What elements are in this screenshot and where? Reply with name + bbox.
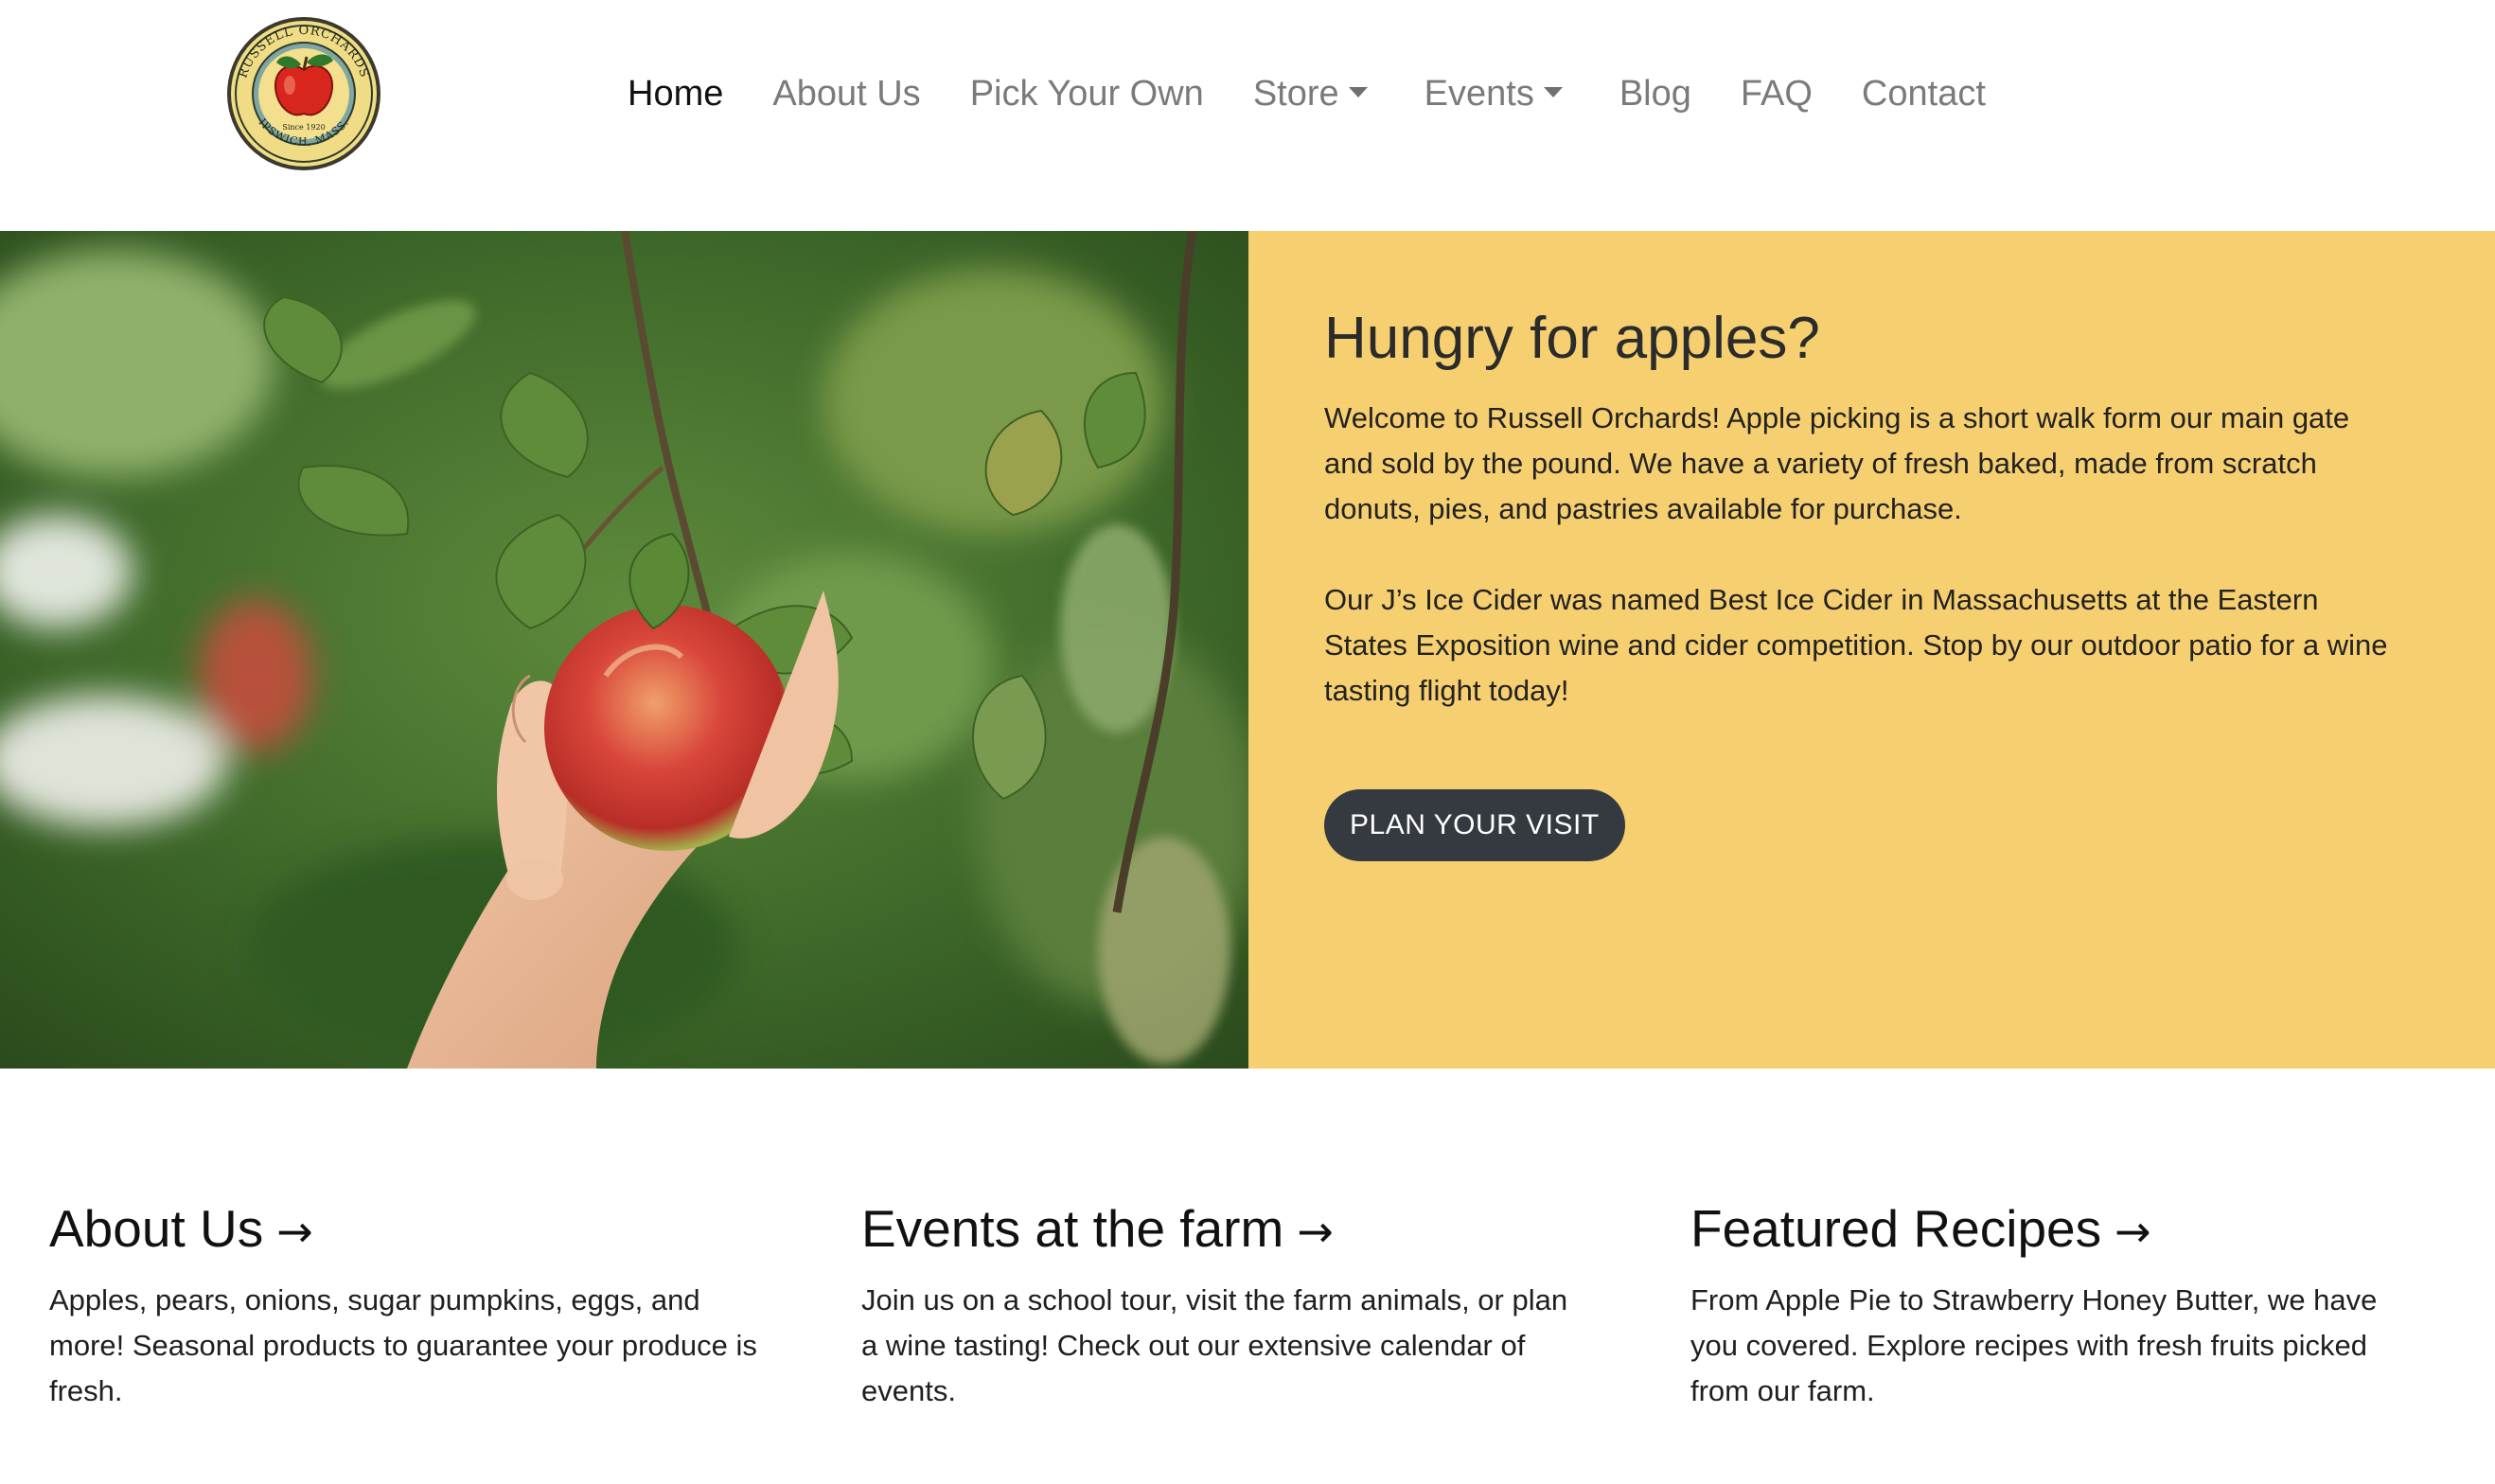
hero-title: Hungry for apples? bbox=[1324, 306, 1820, 371]
arrow-right-icon: → bbox=[276, 1206, 313, 1257]
apple-seal-logo-icon: RUSSELL ORCHARDS IPSWICH, MASS. Since 19… bbox=[227, 17, 380, 170]
nav-about-us[interactable]: About Us bbox=[772, 74, 920, 115]
nav-events[interactable]: Events bbox=[1424, 74, 1563, 115]
nav-pick-your-own[interactable]: Pick Your Own bbox=[970, 74, 1204, 115]
caret-down-icon bbox=[1543, 86, 1563, 97]
nav-home[interactable]: Home bbox=[628, 74, 723, 115]
about-us-card: About Us → Apples, pears, onions, sugar p… bbox=[49, 1198, 787, 1414]
nav-item-label: Contact bbox=[1861, 73, 1986, 114]
events-at-the-farm-link[interactable]: Events at the farm → bbox=[861, 1198, 1600, 1259]
nav-item-label: Events bbox=[1424, 73, 1534, 114]
russell-orchards-logo[interactable]: RUSSELL ORCHARDS IPSWICH, MASS. Since 19… bbox=[225, 15, 382, 172]
nav-item-label: Home bbox=[628, 73, 724, 114]
about-us-link[interactable]: About Us → bbox=[49, 1198, 787, 1259]
events-description: Join us on a school tour, visit the farm… bbox=[861, 1283, 1568, 1407]
about-us-description: Apples, pears, onions, sugar pumpkins, e… bbox=[49, 1283, 757, 1407]
nav-store[interactable]: Store bbox=[1253, 74, 1368, 115]
card-title-text: Featured Recipes bbox=[1690, 1199, 2102, 1258]
nav-item-label: Store bbox=[1252, 73, 1339, 114]
card-title-text: Events at the farm bbox=[861, 1199, 1284, 1258]
arrow-right-icon: → bbox=[2115, 1206, 2151, 1257]
svg-text:Since 1920: Since 1920 bbox=[282, 123, 325, 132]
arrow-right-icon: → bbox=[1297, 1206, 1334, 1257]
nav-contact[interactable]: Contact bbox=[1862, 74, 1986, 115]
main-navigation: Home About Us Pick Your Own Store Events Blog… bbox=[628, 61, 2035, 127]
nav-item-label: Blog bbox=[1619, 73, 1691, 114]
nav-item-label: FAQ bbox=[1740, 73, 1813, 114]
hero-apple-picking-photo bbox=[0, 231, 1248, 1069]
caret-down-icon bbox=[1348, 86, 1368, 97]
nav-item-label: About Us bbox=[772, 73, 921, 114]
featured-recipes-link[interactable]: Featured Recipes → bbox=[1690, 1198, 2429, 1259]
hero-welcome-paragraph: Welcome to Russell Orchards! Apple picki… bbox=[1324, 401, 2350, 525]
recipes-card: Featured Recipes → From Apple Pie to Stra… bbox=[1690, 1198, 2429, 1414]
nav-faq[interactable]: FAQ bbox=[1741, 74, 1813, 115]
nav-item-label: Pick Your Own bbox=[969, 73, 1204, 114]
card-title-text: About Us bbox=[49, 1199, 264, 1258]
recipes-description: From Apple Pie to Strawberry Honey Butte… bbox=[1690, 1283, 2378, 1407]
plan-your-visit-button[interactable]: PLAN YOUR VISIT bbox=[1324, 789, 1625, 861]
events-card: Events at the farm → Join us on a school … bbox=[861, 1198, 1600, 1414]
hero-intro-panel: Hungry for apples? Welcome to Russell Or… bbox=[1248, 231, 2495, 1069]
hero-ice-cider-paragraph: Our J’s Ice Cider was named Best Ice Cid… bbox=[1324, 583, 2388, 707]
hand-picking-apple-image bbox=[0, 231, 1248, 1069]
nav-blog[interactable]: Blog bbox=[1619, 74, 1691, 115]
site-header: RUSSELL ORCHARDS IPSWICH, MASS. Since 19… bbox=[0, 0, 2495, 231]
